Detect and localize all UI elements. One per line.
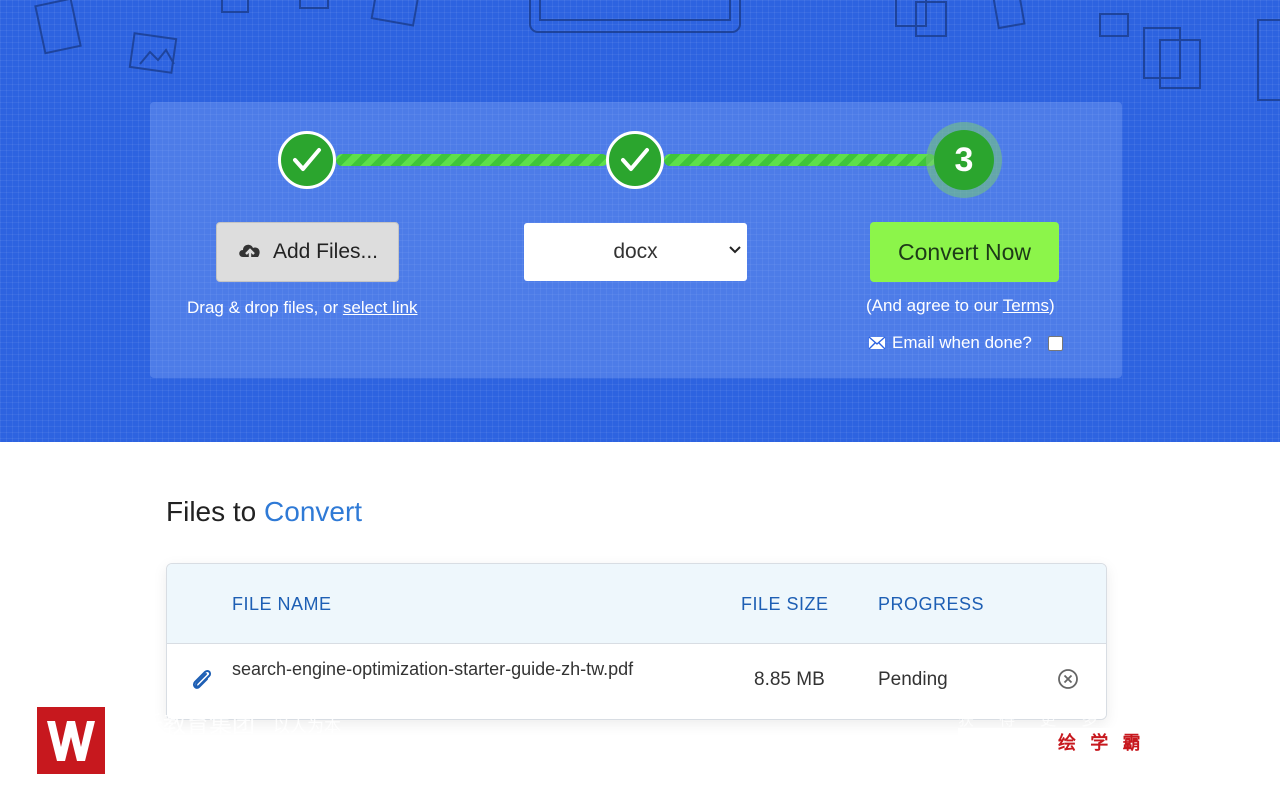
step-2-complete [606, 131, 664, 189]
email-checkbox[interactable] [1047, 335, 1063, 351]
select-link[interactable]: select link [343, 298, 418, 317]
drag-drop-text: Drag & drop files, or [187, 298, 343, 317]
check-icon [621, 148, 649, 171]
step-1-complete [278, 131, 336, 189]
section-title: Files to Convert [166, 496, 362, 528]
step-3-current: 3 [934, 130, 994, 190]
paperclip-icon [192, 669, 212, 689]
add-files-button[interactable]: Add Files... [216, 222, 399, 282]
watermark-left: 氏教育集团 以人为本 [140, 705, 390, 745]
file-size: 8.85 MB [754, 669, 825, 690]
progress-bar-step1-step2 [336, 154, 608, 166]
check-icon [293, 148, 321, 171]
watermark-logo [37, 707, 105, 774]
table-header: FILE NAME FILE SIZE PROGRESS [167, 564, 1106, 644]
agree-suffix: ) [1049, 296, 1055, 315]
title-prefix: Files to [166, 496, 265, 527]
terms-agreement: (And agree to our Terms) [866, 296, 1055, 316]
output-format-select[interactable]: docx [524, 223, 747, 281]
agree-prefix: (And agree to our [866, 296, 1003, 315]
convert-now-button[interactable]: Convert Now [870, 222, 1059, 282]
watermark-right-text: 获 得 更 多 免 费 [958, 710, 1190, 729]
watermark-red-text: 绘 学 霸 [1058, 733, 1145, 754]
column-file-size: FILE SIZE [741, 594, 829, 614]
drag-drop-hint: Drag & drop files, or select link [187, 298, 418, 318]
format-value: docx [613, 240, 658, 263]
column-progress: PROGRESS [878, 594, 985, 614]
envelope-icon [868, 336, 886, 350]
terms-link[interactable]: Terms [1003, 296, 1049, 315]
watermark-slogan: 以人为本 [273, 717, 341, 737]
email-label: Email when done? [892, 333, 1032, 352]
file-progress: Pending [878, 669, 948, 690]
add-files-label: Add Files... [272, 240, 379, 263]
files-table: FILE NAME FILE SIZE PROGRESS search-engi… [166, 563, 1107, 720]
convert-now-label: Convert Now [898, 238, 1031, 265]
email-when-done: Email when done? [868, 333, 1063, 353]
progress-bar-step2-step3 [664, 154, 936, 166]
title-accent: Convert [264, 496, 363, 527]
remove-file-icon[interactable] [1057, 668, 1079, 690]
file-name: search-engine-optimization-starter-guide… [232, 659, 634, 679]
logo-w-icon [47, 720, 95, 761]
cloud-upload-icon [239, 244, 260, 261]
chevron-down-icon [729, 246, 741, 254]
watermark-brand: 氏教育集团 [140, 712, 255, 738]
watermark-underline [140, 743, 390, 745]
column-file-name: FILE NAME [232, 594, 332, 614]
step-number: 3 [954, 140, 974, 179]
